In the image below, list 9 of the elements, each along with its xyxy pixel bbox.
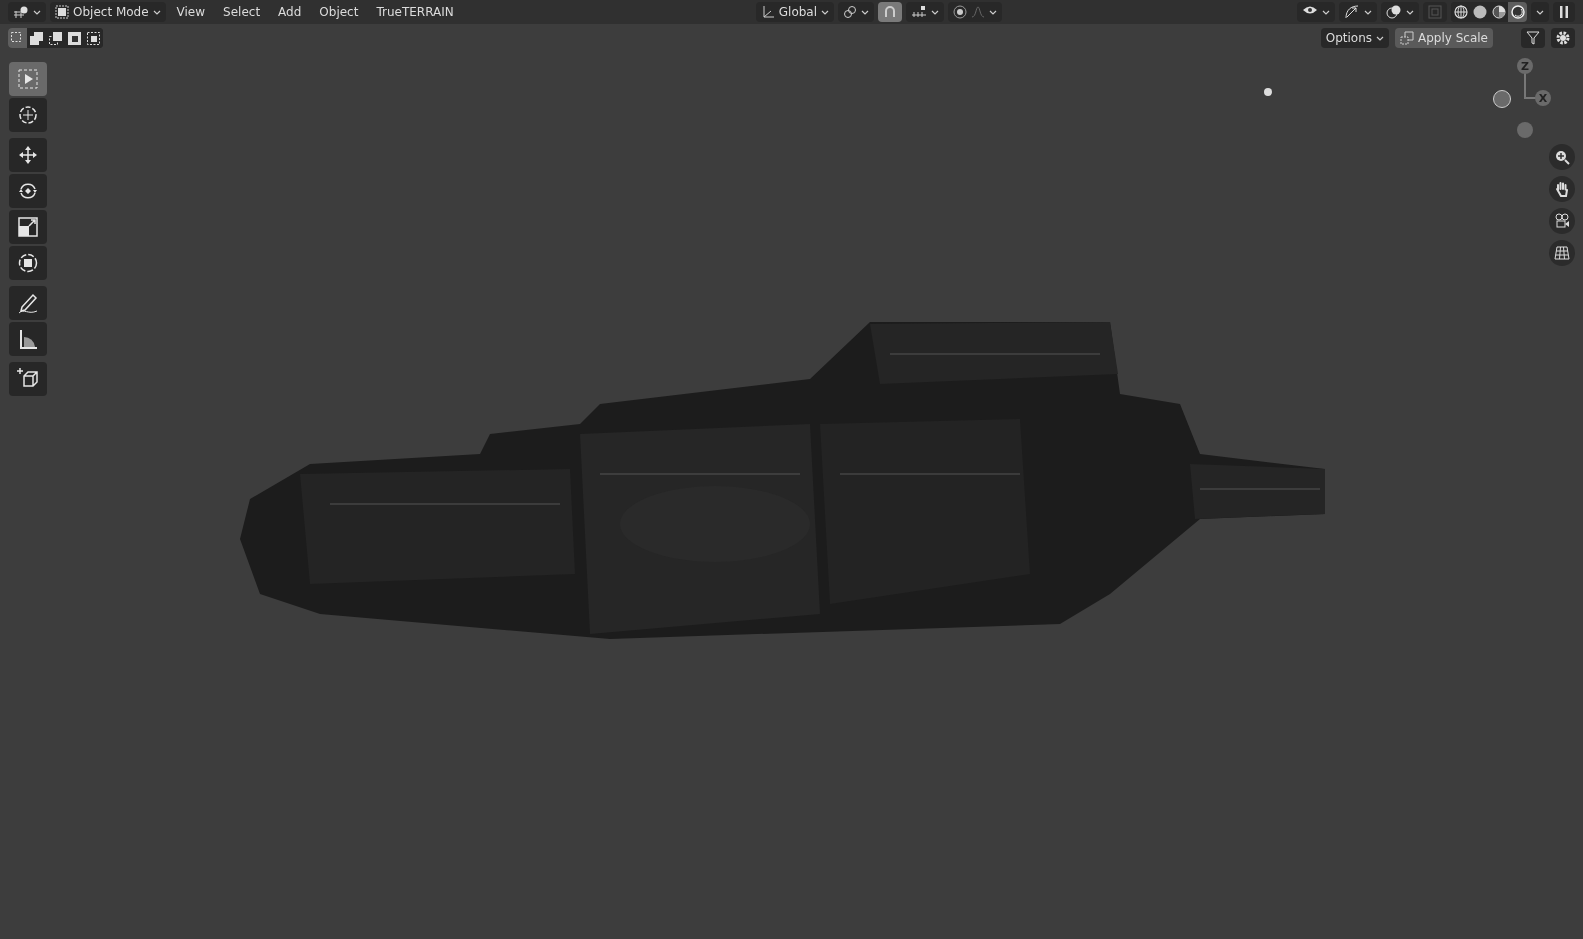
menu-item[interactable]: Add <box>271 2 309 22</box>
menu-item[interactable]: TrueTERRAIN <box>369 2 461 22</box>
orientation-dropdown[interactable]: Global <box>755 2 835 22</box>
menu-item[interactable]: Select <box>216 2 268 22</box>
options-dropdown[interactable]: Options <box>1320 28 1389 48</box>
apply-scale-button[interactable]: Apply Scale <box>1395 28 1493 48</box>
menu-item[interactable]: Object <box>312 2 366 22</box>
menu-item[interactable]: View <box>169 2 213 22</box>
mode-dropdown[interactable]: Object Mode <box>50 2 166 22</box>
